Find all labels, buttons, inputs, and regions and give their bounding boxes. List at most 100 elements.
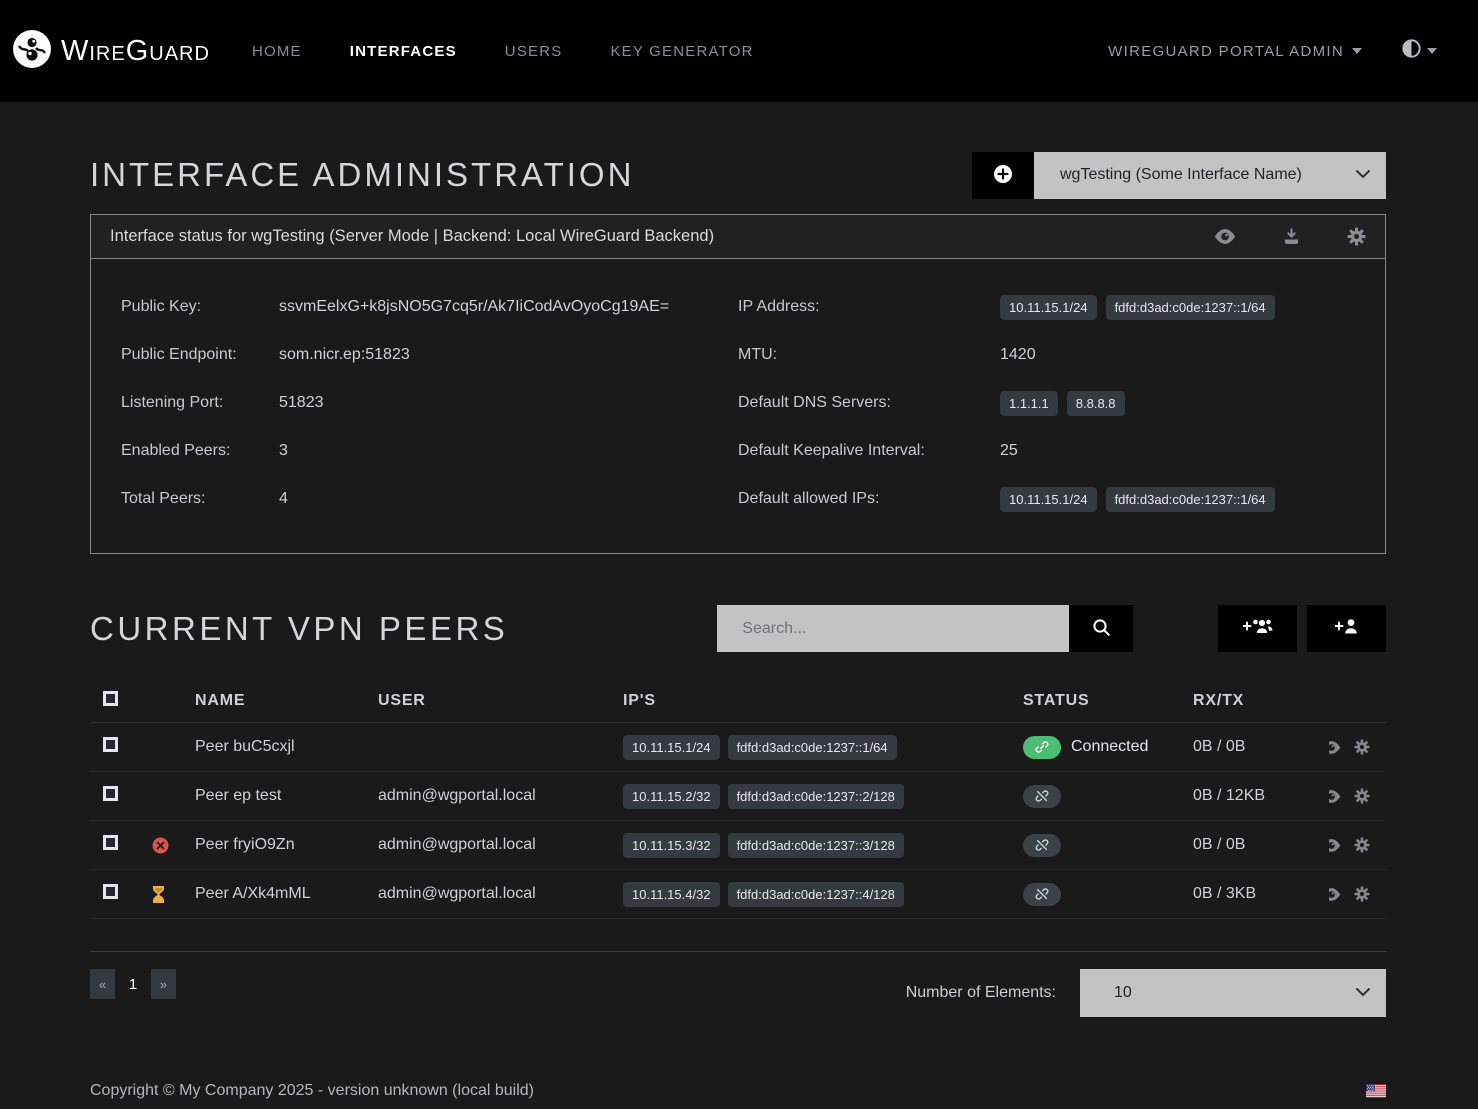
- peer-rxtx: 0B / 0B: [1193, 738, 1329, 756]
- wireguard-logo-icon: [12, 29, 52, 74]
- add-users-icon: [1243, 618, 1273, 639]
- plus-circle-icon: [993, 164, 1013, 187]
- eye-icon[interactable]: [1214, 229, 1236, 244]
- column-header-rxtx: RX/TX: [1193, 692, 1329, 710]
- gear-icon[interactable]: [1347, 227, 1366, 246]
- add-interface-button[interactable]: [972, 152, 1034, 199]
- add-multiple-peers-button[interactable]: [1218, 605, 1297, 652]
- status-label: Connected: [1071, 738, 1148, 756]
- peer-view-eye-icon[interactable]: [1329, 741, 1341, 754]
- field-label: Total Peers:: [121, 490, 279, 508]
- download-config-icon[interactable]: [1283, 228, 1300, 245]
- field-value: 3: [279, 442, 288, 460]
- table-row: Peer buC5cxjl 10.11.15.1/24 fdfd:d3ad:c0…: [90, 723, 1386, 772]
- add-peer-button[interactable]: [1307, 605, 1386, 652]
- peer-name: Peer A/Xk4mML: [195, 885, 378, 903]
- peer-rxtx: 0B / 0B: [1193, 836, 1329, 854]
- peer-view-eye-icon[interactable]: [1329, 839, 1341, 852]
- field-badges: 10.11.15.1/24fdfd:d3ad:c0de:1237::1/64: [1000, 295, 1275, 320]
- current-page[interactable]: 1: [122, 969, 144, 999]
- peers-table-body: Peer buC5cxjl 10.11.15.1/24 fdfd:d3ad:c0…: [90, 723, 1386, 919]
- peer-view-eye-icon[interactable]: [1329, 888, 1341, 901]
- peer-view-eye-icon[interactable]: [1329, 790, 1341, 803]
- status-card-title: Interface status for wgTesting (Server M…: [110, 227, 714, 246]
- table-row: Peer ep test admin@wgportal.local 10.11.…: [90, 772, 1386, 821]
- row-checkbox[interactable]: [103, 786, 118, 801]
- peer-ipv4-badge: 10.11.15.3/32: [623, 833, 720, 858]
- peer-settings-gear-icon[interactable]: [1354, 837, 1370, 853]
- field-label: IP Address:: [738, 298, 1000, 316]
- search-input[interactable]: [717, 605, 1069, 652]
- peer-ipv6-badge: fdfd:d3ad:c0de:1237::2/128: [728, 784, 904, 809]
- nav-item-home[interactable]: HOME: [252, 43, 302, 60]
- peer-name: Peer fryiO9Zn: [195, 836, 378, 854]
- status-disconnected-pill: [1023, 785, 1061, 808]
- brand-link[interactable]: WireGuard: [12, 29, 210, 74]
- search-button[interactable]: [1069, 605, 1133, 652]
- column-header-ips: IP'S: [623, 692, 1023, 710]
- field-label: Listening Port:: [121, 394, 279, 412]
- peers-title: CURRENT VPN PEERS: [90, 610, 508, 648]
- status-fields-right: IP Address:10.11.15.1/24fdfd:d3ad:c0de:1…: [738, 283, 1355, 523]
- caret-down-icon: [1352, 48, 1362, 54]
- field-label: Enabled Peers:: [121, 442, 279, 460]
- field-value: som.nicr.ep:51823: [279, 346, 410, 364]
- peer-user: admin@wgportal.local: [378, 885, 623, 903]
- peer-rxtx: 0B / 3KB: [1193, 885, 1329, 903]
- add-user-icon: [1335, 618, 1359, 639]
- chevron-down-icon: [1356, 984, 1370, 1002]
- table-row: Peer A/Xk4mML admin@wgportal.local 10.11…: [90, 870, 1386, 919]
- field-label: MTU:: [738, 346, 1000, 364]
- interface-status-card: Interface status for wgTesting (Server M…: [90, 214, 1386, 554]
- peer-name: Peer ep test: [195, 787, 378, 805]
- select-all-checkbox[interactable]: [103, 691, 118, 706]
- nav-links: HOME INTERFACES USERS KEY GENERATOR: [252, 43, 754, 60]
- peer-ipv4-badge: 10.11.15.4/32: [623, 882, 720, 907]
- value-badge: 8.8.8.8: [1067, 391, 1125, 416]
- status-disconnected-pill: [1023, 834, 1061, 857]
- peer-settings-gear-icon[interactable]: [1354, 788, 1370, 804]
- theme-toggle-dropdown[interactable]: [1402, 39, 1437, 63]
- field-value: 1420: [1000, 346, 1036, 364]
- peer-settings-gear-icon[interactable]: [1354, 739, 1370, 755]
- field-label: Default Keepalive Interval:: [738, 442, 1000, 460]
- copyright-text: Copyright © My Company 2025 - version un…: [90, 1082, 534, 1100]
- peer-rxtx: 0B / 12KB: [1193, 787, 1329, 805]
- page-size-value: 10: [1114, 984, 1132, 1002]
- nav-item-users[interactable]: USERS: [505, 43, 563, 60]
- peer-expiring-hourglass-icon: [152, 886, 195, 903]
- us-flag-language-icon[interactable]: [1366, 1084, 1386, 1098]
- next-page-button[interactable]: »: [151, 969, 176, 999]
- peer-ipv4-badge: 10.11.15.1/24: [623, 735, 720, 760]
- footer: Copyright © My Company 2025 - version un…: [0, 1066, 1478, 1109]
- user-menu-label: WIREGUARD PORTAL ADMIN: [1108, 43, 1344, 60]
- row-checkbox[interactable]: [103, 835, 118, 850]
- column-header-name: NAME: [195, 692, 378, 710]
- peers-table: NAME USER IP'S STATUS RX/TX: [90, 679, 1386, 952]
- nav-item-interfaces[interactable]: INTERFACES: [350, 43, 457, 60]
- status-connected-pill: [1023, 736, 1061, 759]
- value-badge: 1.1.1.1: [1000, 391, 1058, 416]
- peer-name: Peer buC5cxjl: [195, 738, 378, 756]
- caret-down-icon: [1427, 48, 1437, 54]
- field-label: Default allowed IPs:: [738, 490, 1000, 508]
- nav-item-key-generator[interactable]: KEY GENERATOR: [610, 43, 753, 60]
- user-menu-dropdown[interactable]: WIREGUARD PORTAL ADMIN: [1108, 43, 1362, 60]
- field-label: Public Key:: [121, 298, 279, 316]
- brand-text: WireGuard: [61, 35, 210, 68]
- table-row: Peer fryiO9Zn admin@wgportal.local 10.11…: [90, 821, 1386, 870]
- peer-settings-gear-icon[interactable]: [1354, 886, 1370, 902]
- field-badges: 10.11.15.1/24fdfd:d3ad:c0de:1237::1/64: [1000, 487, 1275, 512]
- peer-ipv6-badge: fdfd:d3ad:c0de:1237::3/128: [728, 833, 904, 858]
- value-badge: fdfd:d3ad:c0de:1237::1/64: [1106, 487, 1275, 512]
- row-checkbox[interactable]: [103, 737, 118, 752]
- page-size-select[interactable]: 10: [1080, 969, 1386, 1017]
- peer-expired-icon: [152, 837, 195, 854]
- row-checkbox[interactable]: [103, 884, 118, 899]
- interface-select[interactable]: wgTesting (Some Interface Name): [1034, 152, 1386, 199]
- peer-ipv6-badge: fdfd:d3ad:c0de:1237::4/128: [728, 882, 904, 907]
- interface-select-value: wgTesting (Some Interface Name): [1060, 166, 1302, 184]
- column-header-user: USER: [378, 692, 623, 710]
- field-badges: 1.1.1.1 8.8.8.8: [1000, 391, 1125, 416]
- prev-page-button[interactable]: «: [90, 969, 115, 999]
